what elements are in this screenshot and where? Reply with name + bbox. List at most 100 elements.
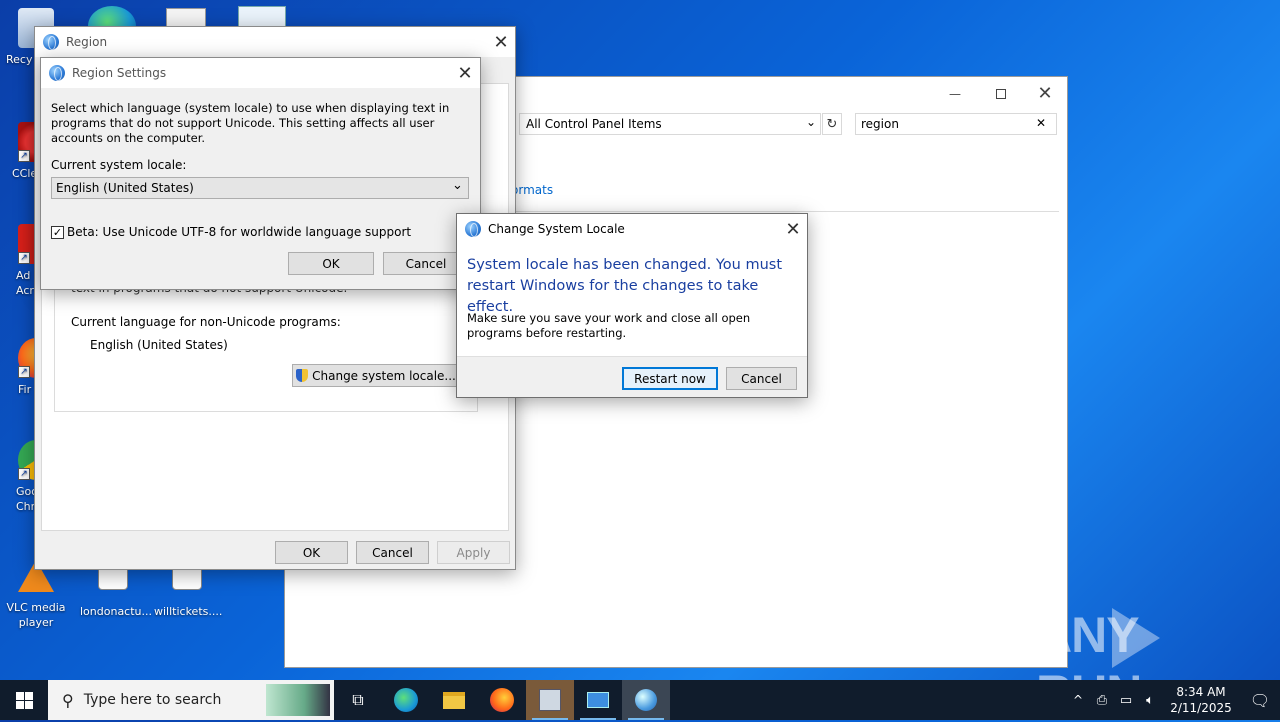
chevron-up-icon[interactable]: ^ bbox=[1066, 693, 1090, 707]
restart-now-label: Restart now bbox=[634, 371, 706, 386]
cancel-label: Cancel bbox=[372, 545, 413, 560]
usb-device-icon[interactable]: ⎙ bbox=[1090, 693, 1114, 708]
restart-heading: System locale has been changed. You must… bbox=[467, 257, 783, 315]
ok-label: OK bbox=[322, 256, 340, 271]
region-settings-title: Region Settings bbox=[72, 66, 167, 80]
change-locale-title: Change System Locale bbox=[488, 222, 625, 236]
ok-label: OK bbox=[302, 545, 321, 560]
taskbar-search-placeholder: Type here to search bbox=[83, 692, 222, 708]
apply-label: Apply bbox=[456, 545, 491, 560]
close-button[interactable]: ✕ bbox=[445, 58, 485, 88]
region-settings-titlebar: Region Settings bbox=[41, 58, 480, 88]
desktop-icon-vlc[interactable]: VLC media player bbox=[4, 560, 68, 630]
clear-search-icon[interactable]: ✕ bbox=[1036, 116, 1046, 130]
ok-button[interactable]: OK bbox=[275, 541, 348, 564]
search-input[interactable]: region bbox=[861, 117, 899, 131]
region-taskbar-button[interactable] bbox=[622, 680, 670, 720]
region-settings-description: Select which language (system locale) to… bbox=[51, 101, 450, 145]
region-title: Region bbox=[66, 35, 108, 49]
globe-icon bbox=[465, 221, 481, 237]
address-bar[interactable]: All Control Panel Items ⌄ bbox=[519, 113, 821, 135]
network-icon[interactable]: ▭ bbox=[1114, 693, 1138, 708]
current-language-label: Current language for non-Unicode program… bbox=[71, 315, 341, 329]
search-box[interactable]: region ✕ bbox=[855, 113, 1057, 135]
utf8-checkbox-label: Beta: Use Unicode UTF-8 for worldwide la… bbox=[67, 225, 412, 239]
file-explorer-taskbar-button[interactable] bbox=[430, 680, 478, 720]
locale-group-box: text in programs that do not support Uni… bbox=[54, 281, 478, 412]
desktop-icon-label: VLC media player bbox=[6, 601, 66, 629]
close-button[interactable]: ✕ bbox=[1031, 81, 1059, 105]
change-system-locale-label: Change system locale... bbox=[312, 368, 456, 383]
refresh-button[interactable]: ↻ bbox=[822, 113, 842, 135]
change-locale-titlebar: Change System Locale bbox=[457, 214, 807, 244]
change-system-locale-dialog: Change System Locale ✕ System locale has… bbox=[456, 213, 808, 398]
desktop-icon-label: willtickets.... bbox=[154, 605, 223, 618]
clock[interactable]: 8:34 AM 2/11/2025 bbox=[1162, 684, 1240, 716]
region-titlebar: Region bbox=[35, 27, 515, 57]
control-panel-icon bbox=[587, 692, 609, 708]
cancel-button[interactable]: Cancel bbox=[726, 367, 797, 390]
globe-icon bbox=[49, 65, 65, 81]
shortcut-arrow-icon: ↗ bbox=[18, 252, 30, 264]
system-locale-value: English (United States) bbox=[56, 181, 194, 195]
shortcut-arrow-icon: ↗ bbox=[18, 468, 30, 480]
desktop-icon-label: Goo Chr bbox=[16, 485, 38, 513]
desktop-icon-londonactu[interactable]: londonactu... bbox=[80, 566, 153, 619]
taskbar-search-box[interactable]: ⚲ Type here to search bbox=[48, 680, 334, 720]
current-language-value: English (United States) bbox=[90, 338, 228, 352]
cancel-button[interactable]: Cancel bbox=[356, 541, 429, 564]
installer-icon bbox=[539, 689, 561, 711]
restart-now-button[interactable]: Restart now bbox=[622, 367, 718, 390]
system-locale-select[interactable]: English (United States) ⌄ bbox=[51, 177, 469, 199]
volume-icon[interactable]: 🔈︎ bbox=[1138, 693, 1162, 708]
divider bbox=[511, 211, 1059, 212]
desktop-icon-label: Ad Acr bbox=[16, 269, 34, 297]
chevron-down-icon: ⌄ bbox=[452, 178, 463, 193]
globe-icon bbox=[43, 34, 59, 50]
taskbar: ⚲ Type here to search ⧉ ^ ⎙ ▭ 🔈︎ 8:34 AM… bbox=[0, 680, 1280, 720]
restart-body: Make sure you save your work and close a… bbox=[467, 311, 751, 340]
desktop-icon-label: londonactu... bbox=[80, 605, 153, 618]
edge-taskbar-button[interactable] bbox=[382, 680, 430, 720]
firefox-taskbar-button[interactable] bbox=[478, 680, 526, 720]
search-highlight-icon bbox=[266, 684, 330, 716]
shortcut-arrow-icon: ↗ bbox=[18, 366, 30, 378]
globe-icon bbox=[635, 689, 657, 711]
clock-time: 8:34 AM bbox=[1176, 685, 1226, 699]
address-text: All Control Panel Items bbox=[526, 117, 662, 131]
close-button[interactable]: ✕ bbox=[481, 27, 521, 57]
anyrun-watermark: ANY RUN bbox=[1036, 606, 1236, 721]
installer-taskbar-button[interactable] bbox=[526, 680, 574, 720]
region-settings-dialog: Region Settings ✕ Select which language … bbox=[40, 57, 481, 290]
clock-date: 2/11/2025 bbox=[1170, 701, 1232, 715]
task-view-button[interactable]: ⧉ bbox=[334, 680, 382, 720]
control-panel-taskbar-button[interactable] bbox=[574, 680, 622, 720]
change-system-locale-button[interactable]: Change system locale... bbox=[292, 364, 460, 387]
refresh-icon: ↻ bbox=[826, 116, 838, 132]
folder-icon bbox=[443, 691, 465, 709]
task-view-icon: ⧉ bbox=[352, 690, 364, 709]
chevron-down-icon[interactable]: ⌄ bbox=[806, 115, 816, 129]
utf8-checkbox[interactable]: ✓ bbox=[51, 226, 64, 239]
edge-icon bbox=[394, 688, 418, 712]
cancel-label: Cancel bbox=[741, 371, 782, 386]
search-icon: ⚲ bbox=[62, 690, 74, 710]
system-locale-label: Current system locale: bbox=[51, 158, 187, 172]
minimize-button[interactable]: — bbox=[941, 83, 969, 105]
start-button[interactable] bbox=[0, 680, 48, 720]
apply-button[interactable]: Apply bbox=[437, 541, 510, 564]
uac-shield-icon bbox=[296, 369, 309, 382]
desktop-icon-willtickets[interactable]: willtickets.... bbox=[154, 566, 223, 619]
ok-button[interactable]: OK bbox=[288, 252, 374, 275]
cancel-label: Cancel bbox=[405, 256, 447, 271]
windows-logo-icon bbox=[15, 691, 33, 709]
maximize-button[interactable] bbox=[987, 83, 1015, 105]
action-center-icon[interactable]: 🗨︎ bbox=[1240, 691, 1280, 710]
firefox-icon bbox=[490, 688, 514, 712]
close-button[interactable]: ✕ bbox=[773, 214, 813, 244]
shortcut-arrow-icon: ↗ bbox=[18, 150, 30, 162]
system-tray: ^ ⎙ ▭ 🔈︎ 8:34 AM 2/11/2025 🗨︎ bbox=[1066, 680, 1280, 720]
formats-link[interactable]: ormats bbox=[511, 183, 553, 197]
maximize-icon bbox=[996, 89, 1006, 99]
play-logo-icon bbox=[1112, 608, 1160, 668]
